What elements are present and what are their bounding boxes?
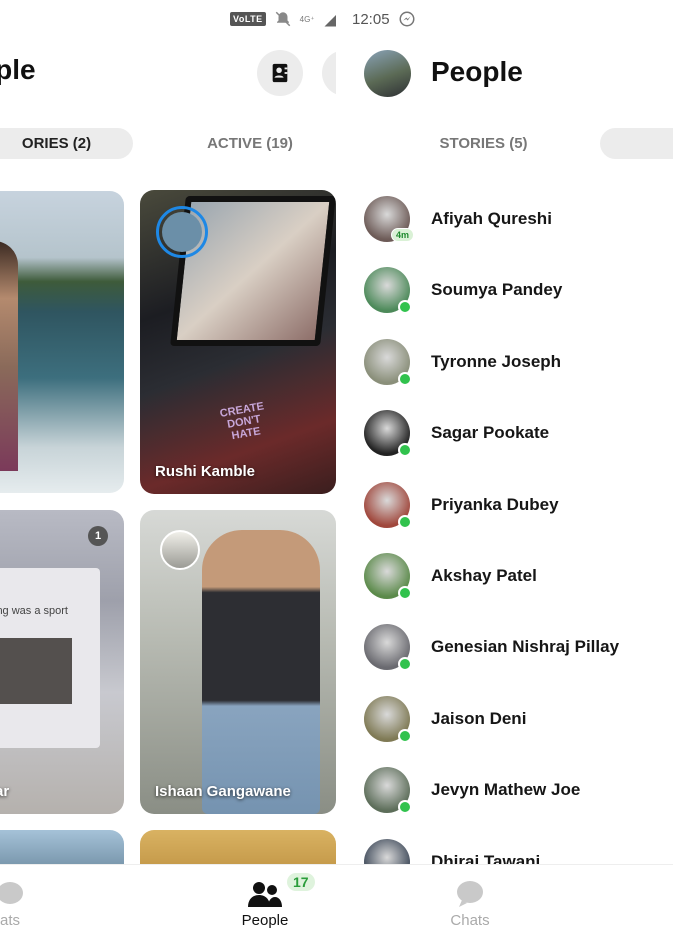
people-screen-right: 12:05 People STORIES (5) 4m Afiyah Quresh… [336,0,673,940]
story-person [202,530,320,814]
person-name: Genesian Nishraj Pillay [431,637,620,657]
story-name: Ishaan Gangawane [155,783,291,800]
bottom-nav: ats People 17 Chats [0,864,673,940]
person-name: Jaison Deni [431,708,527,728]
person-name: Soumya Pandey [431,280,563,300]
person-name: Akshay Patel [431,566,537,585]
avatar [364,624,412,672]
nav-people[interactable]: People 17 [225,865,315,940]
avatar [364,767,412,815]
avatar [364,338,412,386]
online-indicator [398,586,412,600]
contacts-button[interactable] [257,50,303,96]
tab-stories[interactable]: STORIES (5) [406,128,561,159]
avatar [364,695,412,743]
status-bar: 12:05 [352,6,416,32]
people-screen-left: VoLTE 4G⁺ ople + ORIES (2) ACTIVE (19) C… [0,0,336,940]
person-row[interactable]: Akshay Patel [364,552,664,600]
person-name: Tyronne Joseph [431,351,562,371]
nav-label: Chats [450,912,490,929]
clock: 12:05 [352,10,390,28]
person-name: Jevyn Mathew Joe [431,780,581,800]
nav-label: People [241,912,289,929]
story-name: Rushi Kamble [155,463,256,480]
avatar [364,267,412,315]
messenger-icon [399,11,415,27]
avatar [364,481,412,529]
online-indicator [398,371,412,386]
story-card-rushi[interactable]: CREATE DON'T HATE Rushi Kamble [140,190,336,494]
online-indicator [398,443,412,458]
person-name: Sagar Pookate [431,423,550,443]
story-avatar [160,530,200,570]
people-count-badge: 17 [287,873,315,891]
story-person [0,241,18,471]
person-row[interactable]: Tyronne Joseph [364,338,664,386]
unread-count-badge: 1 [88,526,108,546]
nav-label: ats [0,912,20,929]
status-bar: VoLTE 4G⁺ [230,6,336,32]
person-row[interactable]: 4m Afiyah Qureshi [364,195,664,243]
story-card-ishaan[interactable]: Ishaan Gangawane [140,510,336,814]
online-indicator [398,800,412,815]
avatar: 4m [364,196,414,242]
mute-icon [275,11,290,27]
profile-avatar[interactable] [364,50,411,97]
person-name: Priyanka Dubey [431,494,559,514]
nav-chats-left[interactable]: ats [0,865,40,940]
add-button[interactable]: + [322,50,336,96]
story-overlay-text: ing was a sport [0,605,68,617]
online-indicator [398,657,412,672]
tab-active-label: ACTIVE (19) [207,135,293,152]
tab-active[interactable]: ACTIVE (19) [175,128,325,159]
person-row[interactable]: Priyanka Dubey [364,481,664,529]
tab-active[interactable] [600,128,673,159]
person-row[interactable]: Jaison Deni [364,695,664,743]
contacts-icon [272,63,288,83]
create-dont-hate-sticker: CREATE DON'T HATE [218,400,265,443]
network-type: 4G⁺ [299,14,315,24]
online-indicator [398,514,412,529]
person-row[interactable]: Soumya Pandey [364,266,664,315]
online-indicator [398,728,412,743]
person-row[interactable]: Genesian Nishraj Pillay [364,623,664,672]
story-name: ar [0,783,10,800]
tab-stories-label: ORIES (2) [21,135,92,152]
nav-chats[interactable]: Chats [440,865,500,940]
last-active-badge: 4m [390,228,414,242]
chat-bubble-icon [0,882,23,904]
person-row[interactable]: Sagar Pookate [364,409,664,458]
avatar [364,410,412,458]
story-photo [0,638,72,704]
people-icon [248,882,282,907]
page-title: People [431,56,523,87]
page-title: ople [0,54,36,85]
tab-stories-label: STORIES (5) [439,135,528,152]
online-indicator [398,300,412,315]
signal-icon [324,14,336,27]
person-row[interactable]: Jevyn Mathew Joe [364,766,664,815]
story-avatar [162,212,202,252]
avatar [364,553,412,600]
chat-bubble-icon [457,881,483,907]
tab-stories[interactable]: ORIES (2) [0,128,133,159]
person-name: Afiyah Qureshi [431,209,552,228]
story-card[interactable] [0,191,124,493]
story-card[interactable]: ing was a sport 1 ar [0,510,124,814]
story-avatar-ring [156,206,208,258]
volte-icon: VoLTE [230,12,266,26]
